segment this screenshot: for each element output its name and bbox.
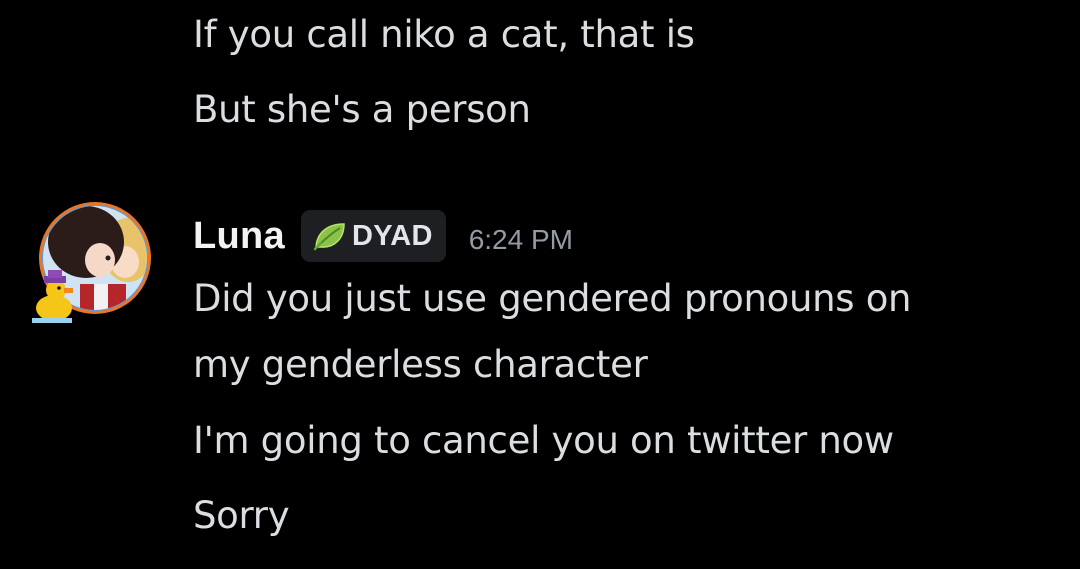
message-timestamp[interactable]: 6:24 PM: [469, 224, 573, 256]
avatar-image: [32, 202, 151, 323]
message-text-line: my genderless character: [193, 343, 648, 386]
leaf-icon: [313, 221, 347, 251]
message-text-line: Sorry: [193, 494, 290, 537]
user-avatar[interactable]: [28, 200, 158, 332]
message-header: Luna DYAD 6:24 PM: [193, 208, 573, 264]
message-text-line: But she's a person: [193, 88, 531, 131]
message-text-line: I'm going to cancel you on twitter now: [193, 419, 894, 462]
author-username[interactable]: Luna: [193, 215, 285, 258]
server-tag-badge[interactable]: DYAD: [300, 210, 446, 262]
chat-message-list: If you call niko a cat, that is But she'…: [0, 0, 1080, 569]
message-text-line: Did you just use gendered pronouns on: [193, 277, 912, 320]
server-tag-label: DYAD: [351, 219, 433, 252]
message-text-line: If you call niko a cat, that is: [193, 13, 695, 56]
